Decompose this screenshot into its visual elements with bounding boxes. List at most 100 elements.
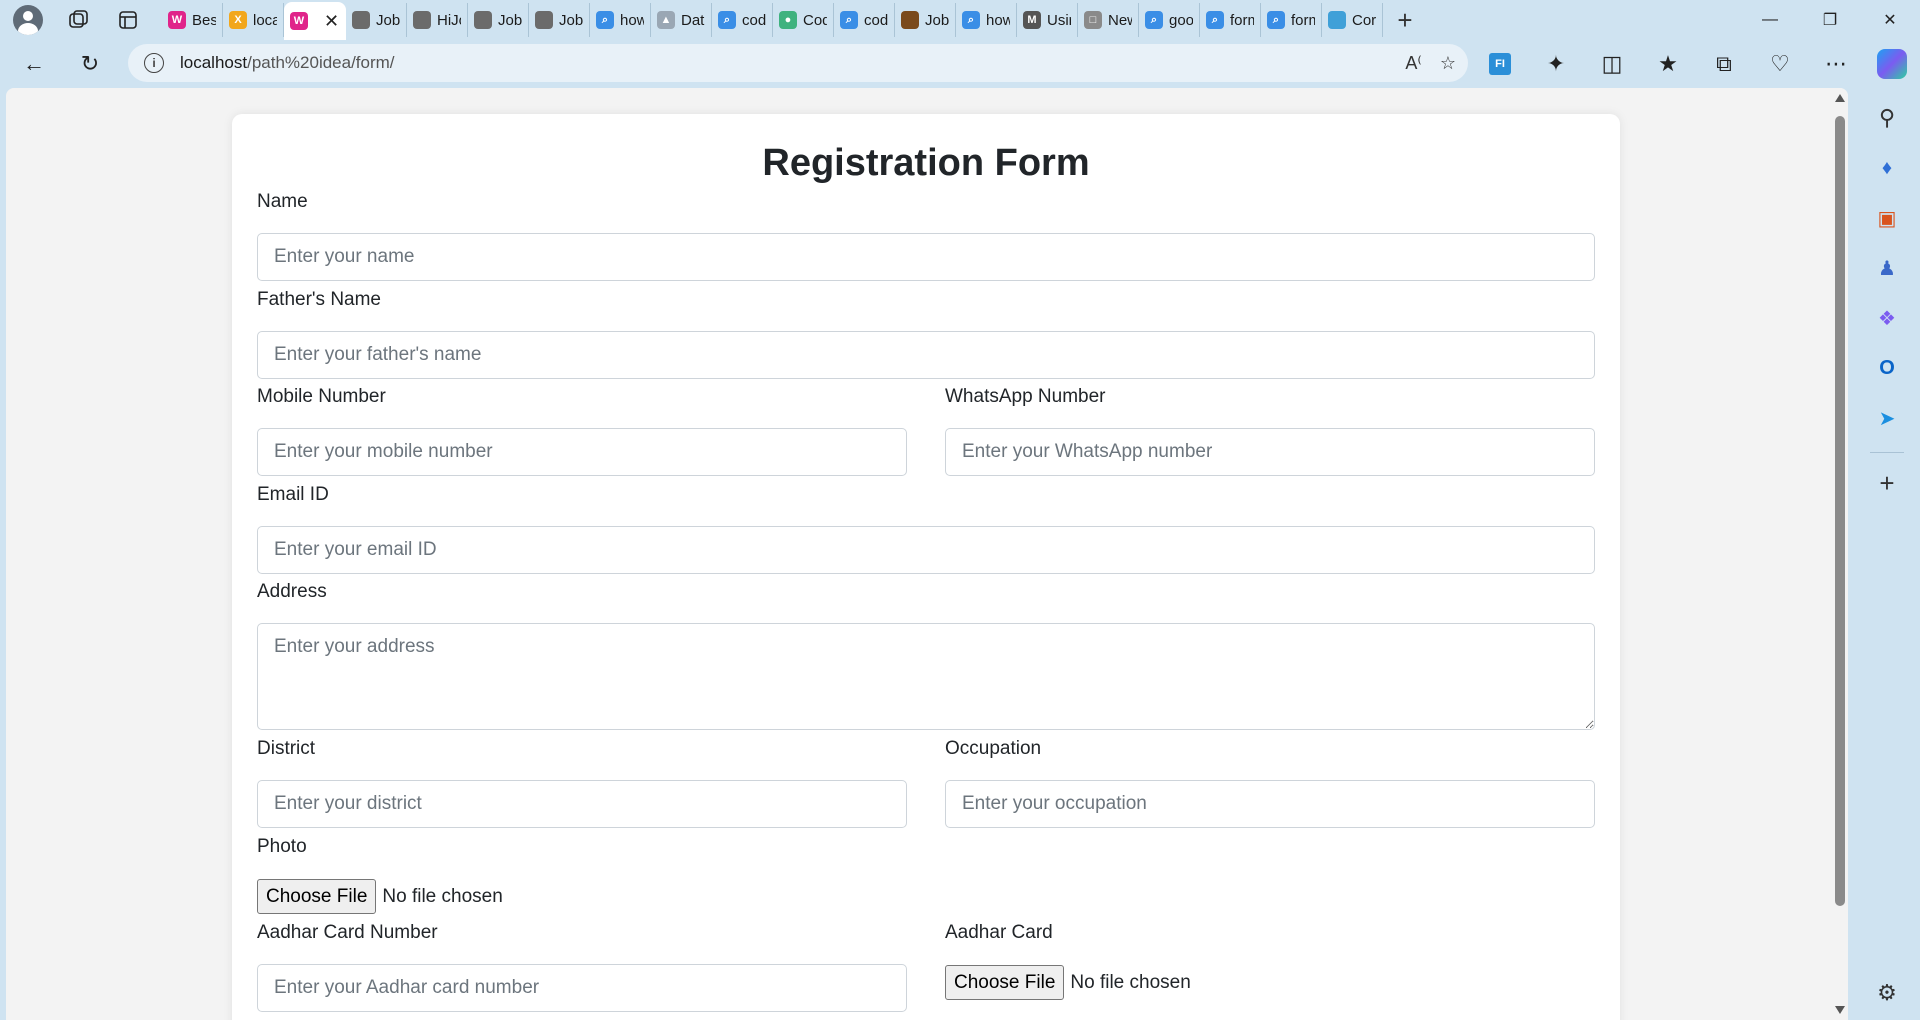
tab-title: Best — [192, 11, 216, 29]
browser-tab[interactable]: ⌕ goo — [1139, 3, 1200, 37]
browser-tab[interactable]: M Usin — [1017, 3, 1078, 37]
mobile-input[interactable] — [257, 428, 907, 476]
restore-button[interactable]: ❐ — [1800, 0, 1860, 40]
photo-field: Photo Choose File No file chosen — [257, 835, 907, 914]
sidebar-divider — [1870, 452, 1904, 453]
tab-actions-button[interactable] — [108, 0, 148, 40]
tab-favicon-icon: ⌕ — [1145, 11, 1163, 29]
tab-title: Jobb — [925, 11, 949, 29]
browser-tab[interactable]: ⌕ how — [590, 3, 651, 37]
tab-title: Usin — [1047, 11, 1071, 29]
sidebar-copilot-button[interactable]: ❖ — [1867, 298, 1907, 338]
tab-favicon-icon: ● — [779, 11, 797, 29]
occupation-input[interactable] — [945, 780, 1595, 828]
browser-essentials-button[interactable]: ♡ — [1752, 44, 1808, 84]
browser-tab[interactable]: ⌕ code — [712, 3, 773, 37]
aadhar-choose-file-button[interactable]: Choose File — [945, 965, 1065, 1000]
photo-choose-file-button[interactable]: Choose File — [257, 879, 377, 914]
copilot-button[interactable] — [1864, 44, 1920, 84]
tab-title: form — [1230, 11, 1254, 29]
browser-tab[interactable]: W ✕ — [284, 2, 346, 40]
read-aloud-icon[interactable]: A⁽ — [1405, 53, 1421, 74]
extension-fi-button[interactable]: FI — [1472, 44, 1528, 84]
new-tab-button[interactable]: + — [1387, 2, 1423, 38]
puzzle-icon: ✦ — [1546, 51, 1566, 76]
tab-title: Jobs — [559, 11, 583, 29]
scrollbar-thumb[interactable] — [1835, 116, 1845, 906]
browser-tab[interactable]: Jobb — [468, 3, 529, 37]
scroll-up-arrow-icon[interactable] — [1835, 94, 1845, 102]
address-label: Address — [257, 581, 327, 602]
browser-tab[interactable]: Xlocali — [223, 3, 284, 37]
collections-button[interactable]: ⧉ — [1696, 44, 1752, 84]
favorites-button[interactable]: ★ — [1640, 44, 1696, 84]
workspaces-button[interactable] — [58, 0, 98, 40]
scroll-down-arrow-icon[interactable] — [1835, 1006, 1845, 1014]
favorite-star-icon[interactable]: ☆ — [1440, 53, 1456, 74]
name-input[interactable] — [257, 233, 1595, 281]
aadhar-card-label: Aadhar Card — [945, 922, 1053, 943]
address-bar[interactable]: i localhost/path%20idea/form/ A⁽ ☆ — [128, 44, 1468, 82]
workspaces-icon — [69, 10, 88, 28]
father-name-input[interactable] — [257, 331, 1595, 379]
browser-tab[interactable]: HiJob — [407, 3, 468, 37]
aadhar-card-file-input: Choose File No file chosen — [945, 965, 1595, 1000]
refresh-button[interactable]: ↻ — [68, 44, 112, 84]
browser-tab[interactable]: □ New — [1078, 3, 1139, 37]
more-menu-button[interactable]: ⋯ — [1808, 44, 1864, 84]
tab-title: code — [864, 11, 888, 29]
aadhar-card-field: Aadhar Card Choose File No file chosen — [945, 921, 1595, 1000]
close-tab-icon[interactable]: ✕ — [324, 11, 339, 32]
url-text[interactable]: localhost/path%20idea/form/ — [180, 53, 395, 73]
photo-label: Photo — [257, 836, 307, 857]
toolbar-right: FI ✦ ◫ ★ ⧉ ♡ ⋯ — [1472, 44, 1920, 84]
site-info-icon[interactable]: i — [144, 53, 164, 73]
sidebar-games-button[interactable]: ♟ — [1867, 248, 1907, 288]
tab-favicon-icon: ⌕ — [1206, 11, 1224, 29]
sidebar-tools-button[interactable]: ▣ — [1867, 198, 1907, 238]
extensions-button[interactable]: ✦ — [1528, 44, 1584, 84]
sidebar-send-button[interactable]: ➤ — [1867, 398, 1907, 438]
browser-tab[interactable]: Corr — [1322, 3, 1383, 37]
back-button[interactable]: ← — [12, 44, 56, 84]
browser-tab[interactable]: ⌕ code — [834, 3, 895, 37]
tab-favicon-icon: ⌕ — [596, 11, 614, 29]
sidebar-add-button[interactable]: + — [1867, 463, 1907, 503]
whatsapp-input[interactable] — [945, 428, 1595, 476]
sidebar-outlook-button[interactable]: O — [1867, 348, 1907, 388]
aadhar-number-input[interactable] — [257, 964, 907, 1012]
sidebar-settings-gear-icon[interactable]: ⚙ — [1877, 980, 1897, 1006]
page-scrollbar[interactable] — [1832, 88, 1848, 1020]
tab-title: Job L — [376, 11, 400, 29]
collections-icon: ⧉ — [1716, 51, 1732, 76]
browser-tab[interactable]: Jobb — [895, 3, 956, 37]
profile-button[interactable] — [8, 0, 48, 40]
browser-tab[interactable]: Job L — [346, 3, 407, 37]
browser-tab[interactable]: ⌕ form — [1200, 3, 1261, 37]
split-screen-icon: ◫ — [1601, 51, 1623, 76]
browser-tab[interactable]: ⌕ how — [956, 3, 1017, 37]
close-window-button[interactable]: ✕ — [1860, 0, 1920, 40]
email-input[interactable] — [257, 526, 1595, 574]
sidebar-search-button[interactable]: ⚲ — [1867, 98, 1907, 138]
sidebar-shopping-button[interactable]: ♦ — [1867, 148, 1907, 188]
tab-favicon-icon — [901, 11, 919, 29]
split-screen-button[interactable]: ◫ — [1584, 44, 1640, 84]
browser-tab[interactable]: ● Code — [773, 3, 834, 37]
address-field: Address — [257, 580, 1595, 735]
tab-title: code — [742, 11, 766, 29]
browser-tab[interactable]: W Best — [162, 3, 223, 37]
tab-favicon-icon: □ — [1084, 11, 1102, 29]
minimize-button[interactable]: — — [1740, 0, 1800, 40]
name-field: Name — [257, 190, 1595, 281]
heart-pulse-icon: ♡ — [1770, 51, 1790, 76]
browser-tab[interactable]: Jobs — [529, 3, 590, 37]
district-input[interactable] — [257, 780, 907, 828]
tab-actions-icon — [119, 11, 137, 29]
browser-tab[interactable]: ⌕ form — [1261, 3, 1322, 37]
tab-title: New — [1108, 11, 1132, 29]
copilot-icon — [1877, 49, 1907, 79]
browser-tab[interactable]: ▲ Data — [651, 3, 712, 37]
district-label: District — [257, 738, 316, 759]
address-textarea[interactable] — [257, 623, 1595, 730]
